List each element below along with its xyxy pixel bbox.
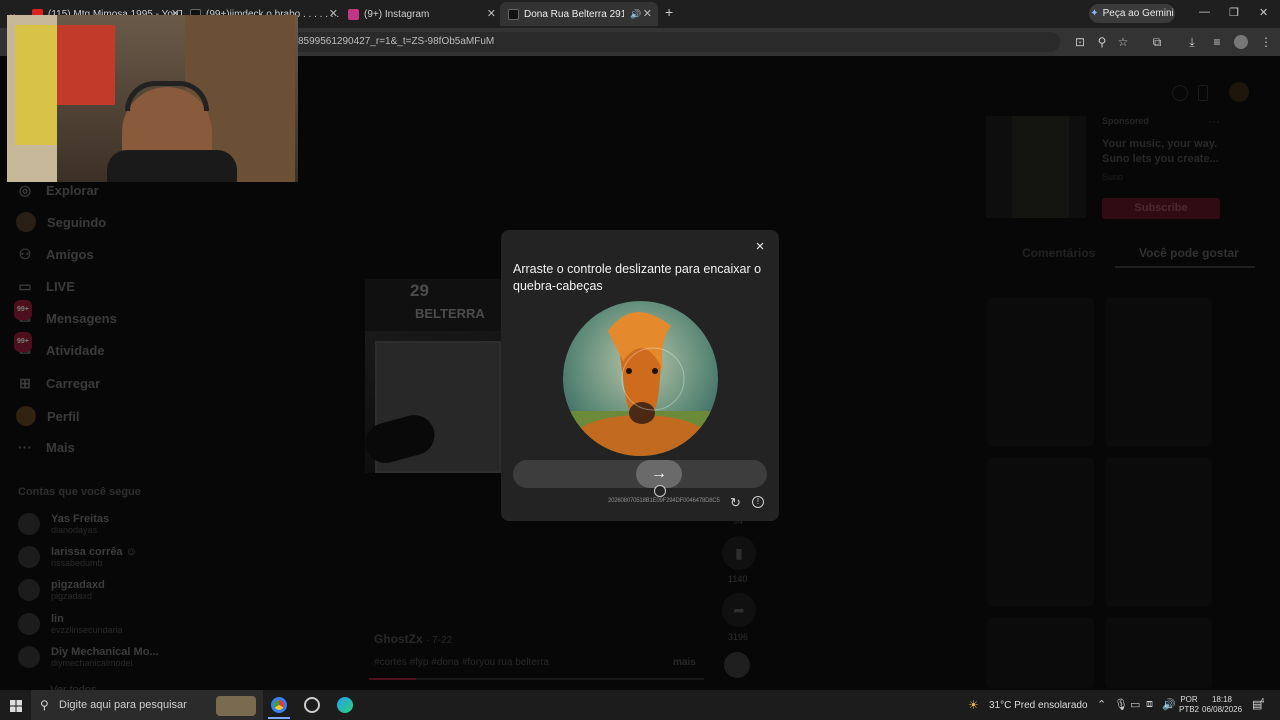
display-icon[interactable]: ▭ — [1130, 698, 1140, 711]
search-highlight-image — [216, 696, 256, 716]
browser-tab-3[interactable]: (9+) Instagram ✕ — [348, 4, 498, 24]
active-app-indicator — [268, 717, 290, 719]
clock-date: 06/08/2026 — [1202, 705, 1243, 714]
gemini-button[interactable]: ✦ Peça ao Gemini — [1089, 4, 1175, 23]
weather-icon[interactable]: ☀ — [968, 698, 979, 712]
profile-avatar[interactable] — [1234, 35, 1248, 49]
gemini-icon: ✦ — [1090, 8, 1099, 19]
close-window-icon[interactable]: ✕ — [1259, 6, 1268, 19]
taskbar-search-box[interactable]: ⚲ Digite aqui para pesquisar — [31, 690, 263, 720]
language-code: POR — [1180, 695, 1198, 704]
volume-icon[interactable]: 🔊 — [1162, 698, 1176, 711]
network-icon[interactable]: ⧈ — [1146, 698, 1153, 711]
minimize-icon[interactable]: — — [1199, 6, 1210, 18]
captcha-id: 202608070518B1E09F294DF0046478D8C5 — [608, 498, 720, 504]
clock[interactable]: 18:18 06/08/2026 — [1202, 695, 1242, 715]
weather-text[interactable]: 31°C Pred ensolarado — [989, 700, 1088, 711]
search-icon: ⚲ — [40, 698, 49, 712]
webcam-shirt — [107, 150, 237, 182]
tiktok-icon — [508, 8, 519, 20]
speaker-icon[interactable]: 🔊 — [630, 9, 641, 20]
edge-icon[interactable] — [337, 697, 353, 713]
translate-icon[interactable]: ⊡ — [1073, 35, 1087, 49]
windows-start-icon[interactable] — [10, 699, 22, 712]
tray-chevron-icon[interactable]: ⌃ — [1097, 698, 1106, 711]
webcam-overlay — [7, 15, 298, 182]
close-tab-icon[interactable]: ✕ — [643, 7, 652, 20]
captcha-puzzle-image — [563, 301, 718, 456]
webcam-poster-left — [15, 25, 57, 145]
tab-label: Dona Rua Belterra 291 Sant — [524, 8, 624, 20]
cursor-icon — [654, 485, 666, 497]
extensions-icon[interactable]: ⧉ — [1150, 35, 1164, 49]
captcha-slider-handle[interactable]: → — [636, 460, 682, 488]
chrome-icon[interactable] — [271, 697, 287, 713]
menu-icon[interactable]: ⋮ — [1259, 35, 1273, 49]
instagram-icon — [348, 8, 359, 20]
address-bar[interactable]: 8599561290427_r=1&_t=ZS-98fOb5aMFuM — [290, 32, 1060, 52]
webcam-poster-right — [57, 25, 115, 105]
new-tab-icon[interactable]: + — [665, 4, 673, 20]
info-icon[interactable]: ! — [752, 496, 764, 508]
captcha-modal: × Arraste o controle deslizante para enc… — [501, 230, 779, 521]
keyboard-layout: PTB2 — [1179, 705, 1200, 714]
browser-tab-4-active[interactable]: Dona Rua Belterra 291 Sant 🔊 ✕ — [500, 2, 658, 26]
zoom-icon[interactable]: ⚲ — [1095, 35, 1109, 49]
media-icon[interactable]: ≡ — [1210, 35, 1224, 49]
close-icon[interactable]: × — [753, 239, 767, 254]
captcha-instructions: Arraste o controle deslizante para encai… — [513, 262, 762, 293]
address-text: 8599561290427_r=1&_t=ZS-98fOb5aMFuM — [298, 36, 495, 47]
horse-image — [563, 301, 718, 456]
gemini-label: Peça ao Gemini — [1102, 8, 1174, 19]
clock-time: 18:18 — [1211, 695, 1233, 704]
windows-taskbar: ⚲ Digite aqui para pesquisar ☀ 31°C Pred… — [0, 690, 1280, 720]
language-indicator[interactable]: POR PTB2 — [1179, 695, 1199, 715]
refresh-icon[interactable]: ↻ — [730, 495, 741, 511]
close-tab-icon[interactable]: ✕ — [487, 7, 496, 20]
bookmark-star-icon[interactable]: ☆ — [1116, 35, 1130, 49]
search-placeholder: Digite aqui para pesquisar — [59, 699, 187, 711]
obs-icon[interactable] — [304, 697, 320, 713]
microphone-icon[interactable]: 🎙 — [1114, 698, 1128, 711]
restore-icon[interactable]: ❐ — [1229, 6, 1239, 19]
download-icon[interactable]: ⤓ — [1185, 35, 1199, 49]
notification-icon[interactable]: ▤4 — [1252, 698, 1266, 711]
tab-label: (9+) Instagram — [364, 8, 430, 20]
close-tab-icon[interactable]: ✕ — [329, 7, 338, 20]
notification-count: 4 — [1260, 698, 1265, 705]
arrow-right-icon: → — [651, 465, 667, 482]
